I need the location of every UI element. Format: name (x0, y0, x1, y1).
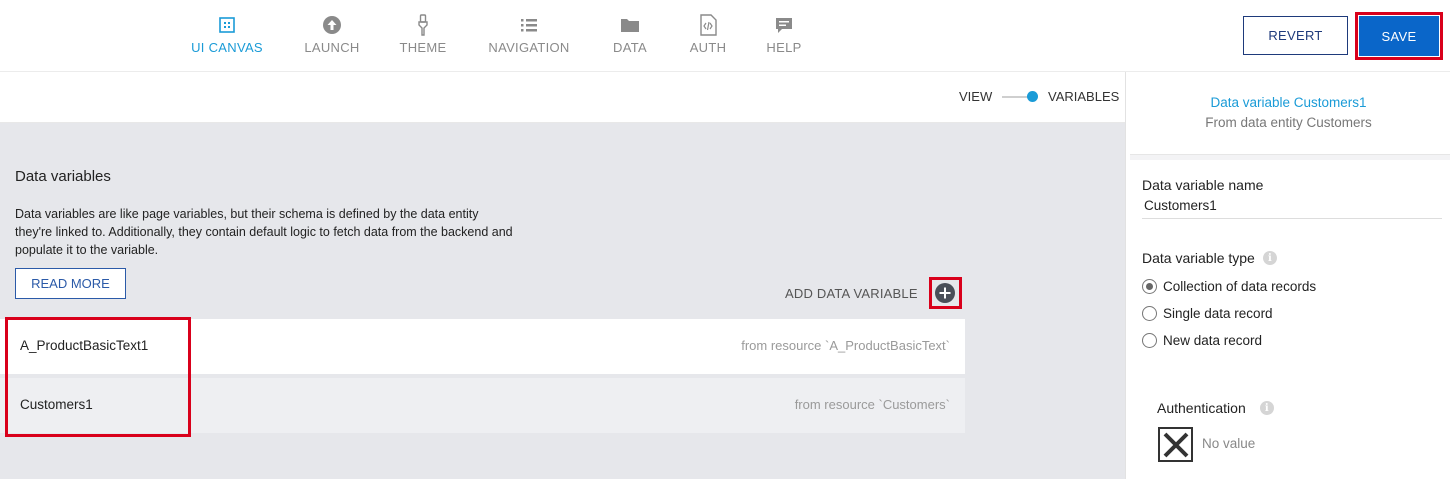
radio-checked-icon[interactable] (1142, 279, 1157, 294)
panel-divider (1130, 154, 1450, 160)
type-option-collection[interactable]: Collection of data records (1142, 279, 1316, 294)
nav-launch[interactable]: LAUNCH (282, 0, 382, 72)
launch-icon (321, 14, 343, 36)
nav-help-label: HELP (766, 40, 802, 55)
type-option-new[interactable]: New data record (1142, 333, 1262, 348)
ui-canvas-icon (216, 14, 238, 36)
nav-ui-canvas[interactable]: UI CANVAS (172, 0, 282, 72)
add-data-variable-label[interactable]: ADD DATA VARIABLE (785, 286, 918, 301)
nav-theme-label: THEME (399, 40, 447, 55)
revert-button[interactable]: REVERT (1243, 16, 1348, 55)
nav-theme[interactable]: THEME (382, 0, 464, 72)
radio-unchecked-icon[interactable] (1142, 306, 1157, 321)
type-option-single[interactable]: Single data record (1142, 306, 1273, 321)
panel-title: Data variable Customers1 (1210, 95, 1367, 110)
variables-highlight-frame (5, 317, 191, 437)
auth-label-text: Authentication (1157, 400, 1246, 416)
data-variables-panel: Data variables Data variables are like p… (0, 123, 1125, 479)
nav-navigation-label: NAVIGATION (488, 40, 570, 55)
nav-data-label: DATA (613, 40, 647, 55)
type-option-label: Single data record (1163, 306, 1273, 321)
view-toggle-label[interactable]: VIEW (959, 89, 992, 104)
info-icon[interactable]: i (1259, 401, 1274, 415)
panel-subtitle: From data entity Customers (1205, 115, 1372, 130)
radio-unchecked-icon[interactable] (1142, 333, 1157, 348)
navigation-icon (518, 14, 540, 36)
plus-icon (939, 287, 951, 299)
add-data-variable-button[interactable] (935, 283, 955, 303)
nav-auth[interactable]: AUTH (666, 0, 750, 72)
variable-source: from resource `A_ProductBasicText` (741, 338, 950, 353)
view-toggle-track[interactable] (1002, 96, 1030, 98)
variable-name-field[interactable]: Customers1 (1142, 197, 1442, 219)
help-icon (773, 14, 795, 36)
auth-field-label: Authentication i (1157, 400, 1274, 416)
read-more-button[interactable]: READ MORE (15, 268, 126, 299)
view-toggle-bar: VIEW VARIABLES (0, 72, 1125, 123)
save-button[interactable]: SAVE (1359, 16, 1439, 56)
nav-launch-label: LAUNCH (304, 40, 360, 55)
name-field-label: Data variable name (1142, 177, 1264, 193)
view-toggle-switch[interactable] (1027, 91, 1038, 102)
properties-panel: Data variable Customers1 From data entit… (1125, 72, 1450, 479)
info-icon[interactable]: i (1262, 251, 1277, 265)
nav-navigation[interactable]: NAVIGATION (464, 0, 594, 72)
theme-icon (412, 14, 434, 36)
main-nav: UI CANVAS LAUNCH THEME NAVIGATION DATA A… (172, 0, 818, 72)
type-label-text: Data variable type (1142, 250, 1255, 266)
auth-clear-button[interactable] (1158, 427, 1193, 462)
nav-data[interactable]: DATA (594, 0, 666, 72)
auth-icon (697, 14, 719, 36)
close-icon (1163, 432, 1188, 457)
nav-ui-canvas-label: UI CANVAS (191, 40, 263, 55)
type-option-label: Collection of data records (1163, 279, 1317, 294)
section-title: Data variables (15, 168, 111, 185)
variable-source: from resource `Customers` (794, 397, 950, 412)
type-field-label: Data variable type i (1142, 250, 1277, 266)
variables-toggle-label[interactable]: VARIABLES (1048, 89, 1119, 104)
auth-value: No value (1202, 436, 1256, 451)
nav-help[interactable]: HELP (750, 0, 818, 72)
nav-auth-label: AUTH (689, 40, 727, 55)
section-description: Data variables are like page variables, … (15, 207, 513, 257)
top-bar: UI CANVAS LAUNCH THEME NAVIGATION DATA A… (0, 0, 1450, 72)
type-option-label: New data record (1163, 333, 1263, 348)
folder-icon (619, 14, 641, 36)
